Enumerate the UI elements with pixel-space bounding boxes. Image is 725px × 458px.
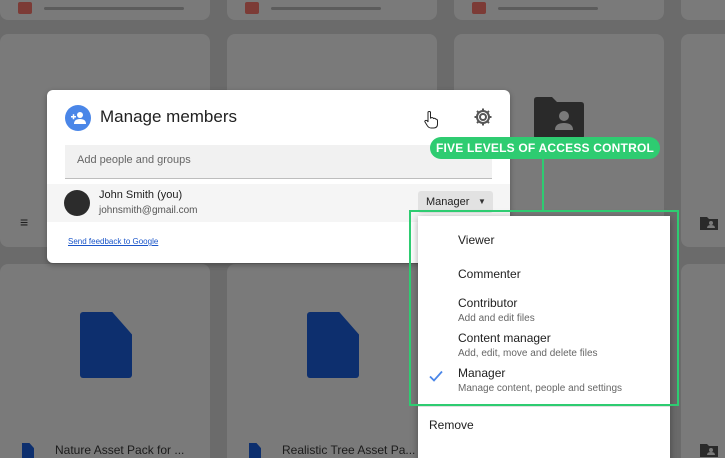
annotation-connector-line bbox=[542, 159, 544, 211]
settings-gear-icon[interactable] bbox=[473, 107, 493, 127]
menu-divider bbox=[418, 406, 670, 407]
annotation-highlight-box bbox=[409, 210, 679, 406]
member-email: johnsmith@gmail.com bbox=[99, 205, 198, 216]
file-type-icon bbox=[472, 2, 486, 14]
file-tile[interactable]: Realistic Tree Asset Pa... bbox=[227, 264, 437, 458]
menu-icon[interactable]: ≡ bbox=[20, 214, 28, 230]
file-tile[interactable] bbox=[454, 0, 664, 20]
dialog-title: Manage members bbox=[100, 107, 238, 126]
role-dropdown-label: Manager bbox=[426, 196, 470, 208]
file-tile[interactable] bbox=[681, 0, 725, 20]
hand-pointer-cursor-icon bbox=[424, 111, 438, 129]
document-icon bbox=[22, 443, 34, 458]
remove-member-option[interactable]: Remove bbox=[429, 418, 474, 432]
shared-folder-icon bbox=[700, 217, 718, 230]
file-type-icon bbox=[245, 2, 259, 14]
file-name-placeholder bbox=[44, 7, 184, 10]
file-tile[interactable] bbox=[227, 0, 437, 20]
file-name: Realistic Tree Asset Pa... bbox=[282, 443, 416, 457]
shared-folder-icon bbox=[700, 444, 718, 457]
shared-folder-icon bbox=[534, 97, 584, 139]
folder-tile[interactable] bbox=[681, 264, 725, 458]
file-tile[interactable] bbox=[0, 0, 210, 20]
document-icon bbox=[307, 312, 359, 378]
send-feedback-link[interactable]: Send feedback to Google bbox=[68, 237, 158, 246]
document-icon bbox=[80, 312, 132, 378]
file-type-icon bbox=[18, 2, 32, 14]
member-name: John Smith (you) bbox=[99, 189, 183, 201]
file-tile[interactable]: Nature Asset Pack for ... bbox=[0, 264, 210, 458]
file-name-placeholder bbox=[498, 7, 598, 10]
annotation-callout: FIVE LEVELS OF ACCESS CONTROL bbox=[430, 137, 660, 159]
document-icon bbox=[249, 443, 261, 458]
avatar bbox=[64, 190, 90, 216]
dropdown-caret-icon: ▼ bbox=[478, 197, 486, 206]
file-name: Nature Asset Pack for ... bbox=[55, 443, 185, 457]
add-people-input[interactable]: Add people and groups bbox=[65, 145, 492, 179]
file-name-placeholder bbox=[271, 7, 381, 10]
add-person-icon bbox=[65, 105, 91, 131]
